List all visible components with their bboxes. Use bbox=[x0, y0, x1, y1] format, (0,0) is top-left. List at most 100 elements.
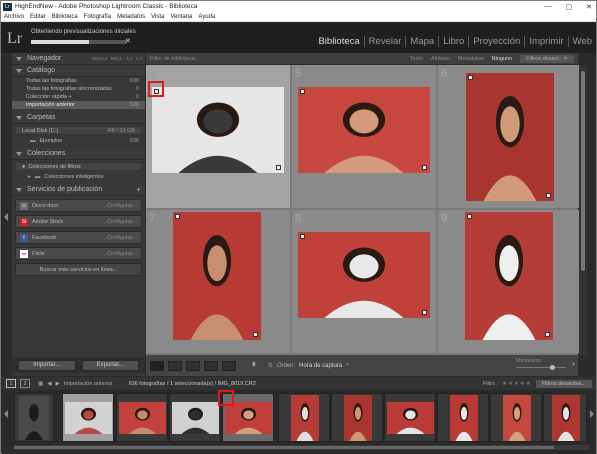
photo-thumbnail[interactable] bbox=[298, 87, 430, 173]
edit-badge-icon[interactable] bbox=[253, 332, 258, 337]
primary-window-button[interactable]: 1 bbox=[6, 379, 16, 388]
secondary-window-button[interactable]: 2 bbox=[20, 379, 30, 388]
menu-metadatos[interactable]: Metadatos bbox=[117, 14, 145, 20]
filmstrip-thumbnail[interactable] bbox=[490, 393, 542, 442]
photo-thumbnail[interactable] bbox=[298, 232, 430, 318]
module-mapa[interactable]: Mapa bbox=[405, 36, 438, 47]
back-arrow-icon[interactable]: ◀ bbox=[47, 381, 51, 387]
navigator-header[interactable]: Navegador ENCAJ. RELL. 1:1 1:4 bbox=[12, 53, 145, 65]
edit-badge-icon[interactable] bbox=[276, 165, 281, 170]
menu-fotografia[interactable]: Fotografía bbox=[84, 14, 111, 20]
zoom-fit[interactable]: ENCAJ. bbox=[92, 56, 108, 61]
publish-service-row[interactable]: f Facebook Configurar... bbox=[15, 231, 142, 244]
catalog-item[interactable]: Colección rápida + 0 bbox=[12, 93, 145, 101]
publish-service-row[interactable]: ●● Flickr Configurar... bbox=[15, 247, 142, 260]
configure-link[interactable]: Configurar... bbox=[107, 235, 137, 241]
menu-archivo[interactable]: Archivo bbox=[4, 14, 24, 20]
filmstrip-thumbnail[interactable] bbox=[437, 393, 489, 442]
publish-service-row[interactable]: ▭ Disco duro Configurar... bbox=[15, 199, 142, 212]
survey-view-button[interactable] bbox=[204, 360, 218, 371]
filter-preset-dropdown[interactable]: Filtros desact.. ≑ bbox=[520, 54, 574, 63]
filmstrip-thumbnail[interactable] bbox=[278, 393, 330, 442]
menu-editar[interactable]: Editar bbox=[30, 14, 46, 20]
compare-view-button[interactable] bbox=[186, 360, 200, 371]
metadata-badge-icon[interactable] bbox=[300, 89, 305, 94]
menu-ventana[interactable]: Ventana bbox=[170, 14, 192, 20]
filter-attribute[interactable]: Atributo bbox=[431, 56, 450, 62]
publish-service-row[interactable]: St Adobe Stock Configurar... bbox=[15, 215, 142, 228]
people-view-button[interactable] bbox=[222, 360, 236, 371]
rating-filter-stars[interactable]: ★★★★★ bbox=[502, 381, 532, 387]
grid-cell[interactable]: 7 bbox=[146, 210, 290, 353]
right-panel-toggle[interactable] bbox=[587, 53, 596, 376]
metadata-badge-icon[interactable] bbox=[467, 214, 472, 219]
filmstrip-scroll-right-icon[interactable] bbox=[590, 410, 594, 418]
catalog-header[interactable]: Catálogo bbox=[12, 65, 145, 77]
catalog-item[interactable]: Todas las fotografías 636 bbox=[12, 77, 145, 85]
module-libro[interactable]: Libro bbox=[438, 36, 468, 47]
module-web[interactable]: Web bbox=[567, 36, 596, 47]
maximize-button[interactable]: ▢ bbox=[566, 3, 573, 11]
grid-cell[interactable]: 4 bbox=[146, 65, 290, 208]
folder-item[interactable]: ▬ Ejemplos 636 bbox=[12, 137, 145, 145]
filmstrip-thumbnail[interactable] bbox=[14, 393, 54, 442]
grid-cell[interactable]: 9 bbox=[438, 210, 582, 353]
collection-filter[interactable]: ● Colecciones de filtros bbox=[15, 162, 142, 171]
configure-link[interactable]: Configurar... bbox=[107, 219, 137, 225]
sort-dropdown[interactable]: Hora de captura bbox=[299, 363, 342, 369]
metadata-badge-icon[interactable] bbox=[468, 75, 473, 80]
filmstrip-filter-dropdown[interactable]: Filtros desactiva... bbox=[535, 379, 592, 388]
export-button[interactable]: Exportar... bbox=[81, 359, 139, 371]
filmstrip-thumbnail[interactable] bbox=[543, 393, 587, 442]
filter-none[interactable]: Ninguno bbox=[492, 56, 513, 62]
find-more-services-button[interactable]: Buscar más servicios en línea... bbox=[15, 263, 142, 276]
filmstrip-thumbnail[interactable] bbox=[331, 393, 383, 442]
menu-vista[interactable]: Vista bbox=[151, 14, 164, 20]
filmstrip-status[interactable]: 636 fotografías / 1 seleccionada(s) / IM… bbox=[129, 381, 256, 387]
filmstrip-thumbnail[interactable] bbox=[62, 393, 114, 442]
collection-set[interactable]: ▸ ▬ Colecciones inteligentes bbox=[12, 173, 145, 181]
filmstrip-scroll-left-icon[interactable] bbox=[4, 410, 8, 418]
edit-badge-icon[interactable] bbox=[422, 310, 427, 315]
photo-thumbnail[interactable] bbox=[152, 87, 284, 173]
collections-header[interactable]: Colecciones bbox=[12, 148, 145, 160]
toolbar-menu-icon[interactable]: ▾ bbox=[572, 361, 575, 368]
grid-scrollbar[interactable] bbox=[579, 65, 587, 355]
module-biblioteca[interactable]: Biblioteca bbox=[314, 36, 363, 47]
module-imprimir[interactable]: Imprimir bbox=[524, 36, 567, 47]
filmstrip-thumbnail[interactable] bbox=[169, 393, 221, 442]
filmstrip-scrollbar-thumb[interactable] bbox=[14, 446, 554, 449]
painter-icon[interactable]: ⬮ bbox=[252, 362, 256, 369]
thumbnail-size-slider[interactable]: Miniaturas bbox=[516, 358, 566, 371]
filter-metadata[interactable]: Metadatos bbox=[458, 56, 484, 62]
filter-text[interactable]: Texto bbox=[410, 56, 423, 62]
import-button[interactable]: Importar... bbox=[18, 359, 76, 371]
loupe-view-button[interactable] bbox=[168, 360, 182, 371]
configure-link[interactable]: Configurar... bbox=[107, 203, 137, 209]
menu-ayuda[interactable]: Ayuda bbox=[198, 14, 215, 20]
cancel-progress-icon[interactable]: ✕ bbox=[125, 37, 131, 45]
grid-cell[interactable]: 6 bbox=[438, 65, 582, 208]
grid-cell[interactable]: 5 bbox=[292, 65, 436, 208]
grid-view-button[interactable] bbox=[150, 360, 164, 371]
catalog-item[interactable]: Todas las fotografías sincronizadas 0 bbox=[12, 85, 145, 93]
photo-thumbnail[interactable] bbox=[465, 212, 553, 340]
grid-scrollbar-thumb[interactable] bbox=[581, 71, 585, 271]
volume-row[interactable]: Local Disk (C:) 4/8 / 93 GB bbox=[15, 126, 142, 135]
photo-thumbnail[interactable] bbox=[173, 212, 261, 340]
grid-icon[interactable]: ▦ bbox=[38, 381, 43, 387]
filmstrip-source[interactable]: Importación anterior bbox=[64, 381, 113, 387]
filmstrip-scrollbar[interactable] bbox=[14, 445, 589, 450]
menu-biblioteca[interactable]: Biblioteca bbox=[52, 14, 78, 20]
filmstrip-thumbnail[interactable] bbox=[384, 393, 436, 442]
minimize-button[interactable]: — bbox=[545, 3, 552, 10]
forward-arrow-icon[interactable]: ▶ bbox=[55, 381, 59, 387]
edit-badge-icon[interactable] bbox=[546, 193, 551, 198]
chevron-down-icon[interactable]: ⬩ bbox=[346, 362, 348, 369]
left-panel-toggle[interactable] bbox=[2, 53, 12, 376]
publish-header[interactable]: Servicios de publicación + bbox=[12, 184, 145, 196]
module-proyeccion[interactable]: Proyección bbox=[468, 36, 524, 47]
filmstrip-thumbnail[interactable] bbox=[116, 393, 168, 442]
add-service-icon[interactable]: + bbox=[136, 185, 141, 194]
grid-cell[interactable]: 8 bbox=[292, 210, 436, 353]
